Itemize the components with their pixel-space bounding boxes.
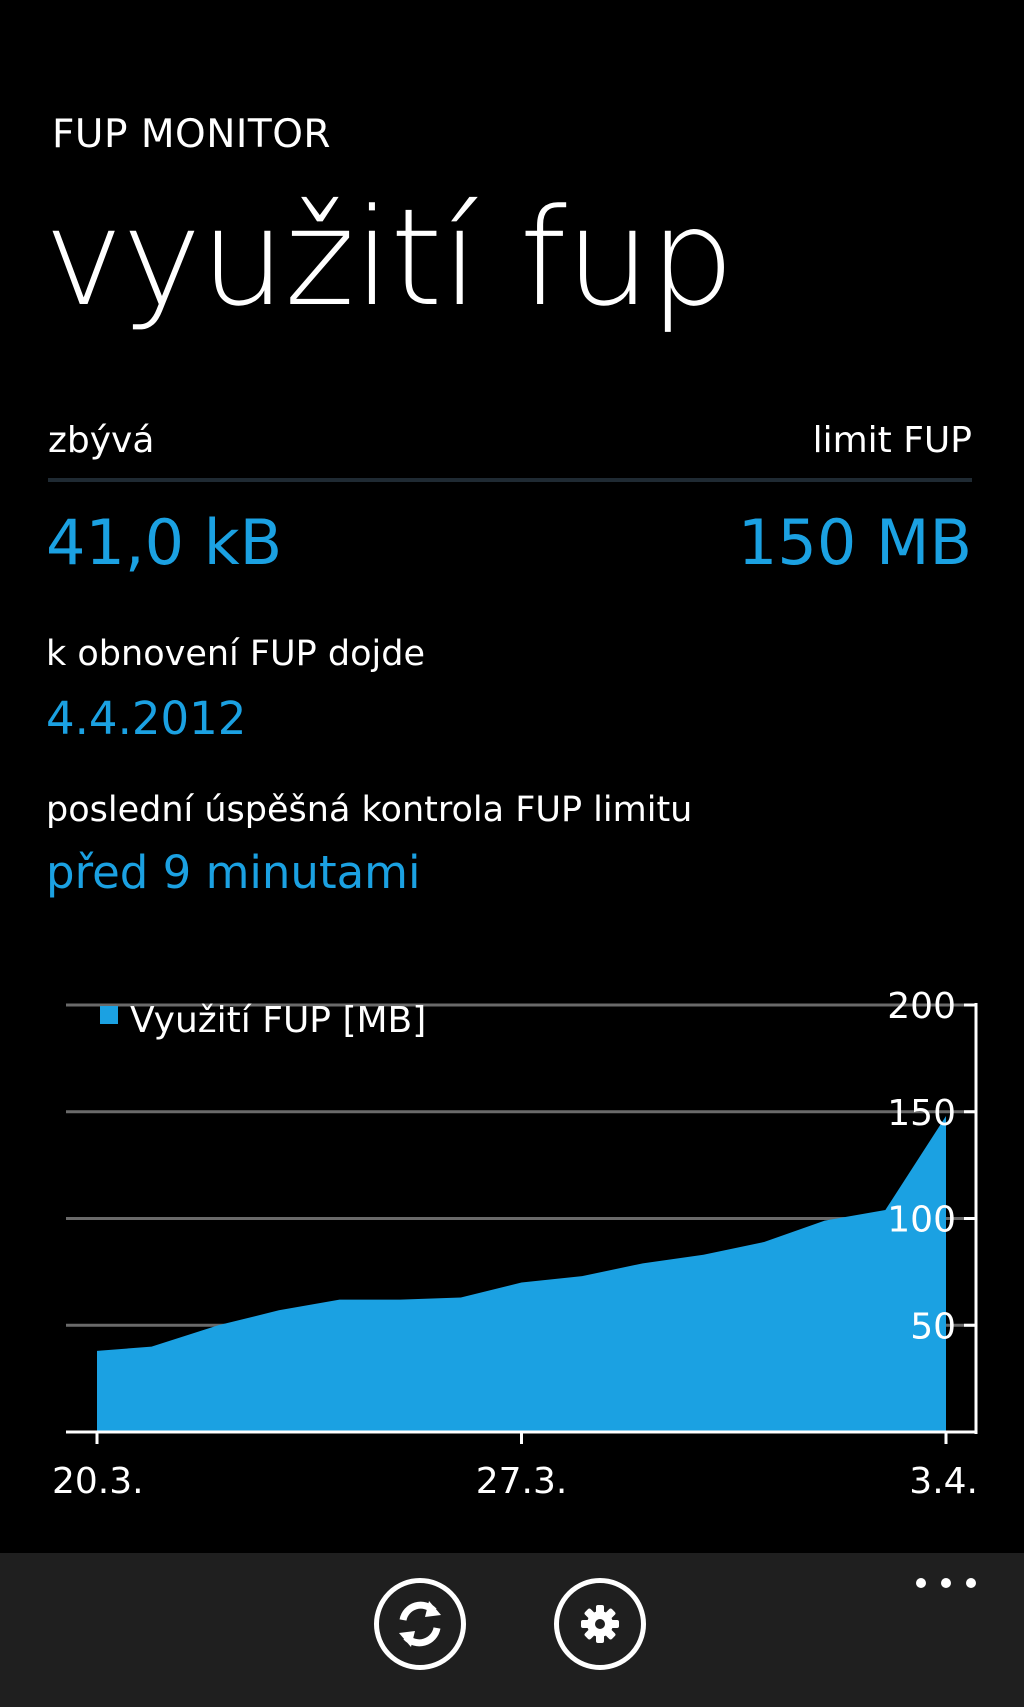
settings-button[interactable]	[554, 1578, 646, 1670]
renewal-date: 4.4.2012	[46, 692, 247, 745]
remaining-value: 41,0 kB	[46, 506, 283, 579]
ellipsis-icon	[916, 1578, 926, 1588]
x-tick-label: 20.3.	[52, 1461, 144, 1502]
x-tick-label: 3.4.	[909, 1461, 978, 1502]
gear-icon	[581, 1605, 619, 1643]
ellipsis-icon	[941, 1578, 951, 1588]
summary-value-row: 41,0 kB 150 MB	[46, 506, 972, 579]
x-tick-labels: 20.3. 27.3. 3.4.	[52, 1461, 978, 1502]
renewal-label: k obnovení FUP dojde	[46, 634, 425, 674]
last-check-label: poslední úspěšná kontrola FUP limitu	[46, 790, 693, 830]
y-tick-label: 200	[887, 986, 956, 1027]
chart-legend: Využití FUP [MB]	[100, 1000, 426, 1041]
page-title: využití fup	[44, 180, 735, 336]
refresh-button[interactable]	[374, 1578, 466, 1670]
usage-area	[97, 1116, 946, 1432]
usage-chart: 50 100 150 200 20.3. 27.3. 3.4. Využití FUP […	[52, 986, 978, 1502]
divider	[48, 478, 972, 482]
legend-label: Využití FUP [MB]	[130, 1000, 426, 1041]
more-button[interactable]	[916, 1573, 976, 1593]
remaining-label: zbývá	[48, 420, 155, 461]
refresh-icon	[399, 1601, 441, 1647]
app-bar	[0, 1553, 1024, 1707]
app-title: FUP MONITOR	[52, 112, 332, 157]
limit-value: 150 MB	[737, 506, 972, 579]
x-tick-label: 27.3.	[476, 1461, 568, 1502]
last-check-value: před 9 minutami	[46, 846, 421, 899]
legend-swatch	[100, 1006, 118, 1024]
ellipsis-icon	[966, 1578, 976, 1588]
y-tick-label: 150	[887, 1093, 956, 1134]
limit-label: limit FUP	[812, 420, 972, 461]
y-tick-label: 50	[910, 1306, 956, 1347]
summary-header-row: zbývá limit FUP	[48, 420, 972, 461]
y-tick-label: 100	[887, 1200, 956, 1241]
